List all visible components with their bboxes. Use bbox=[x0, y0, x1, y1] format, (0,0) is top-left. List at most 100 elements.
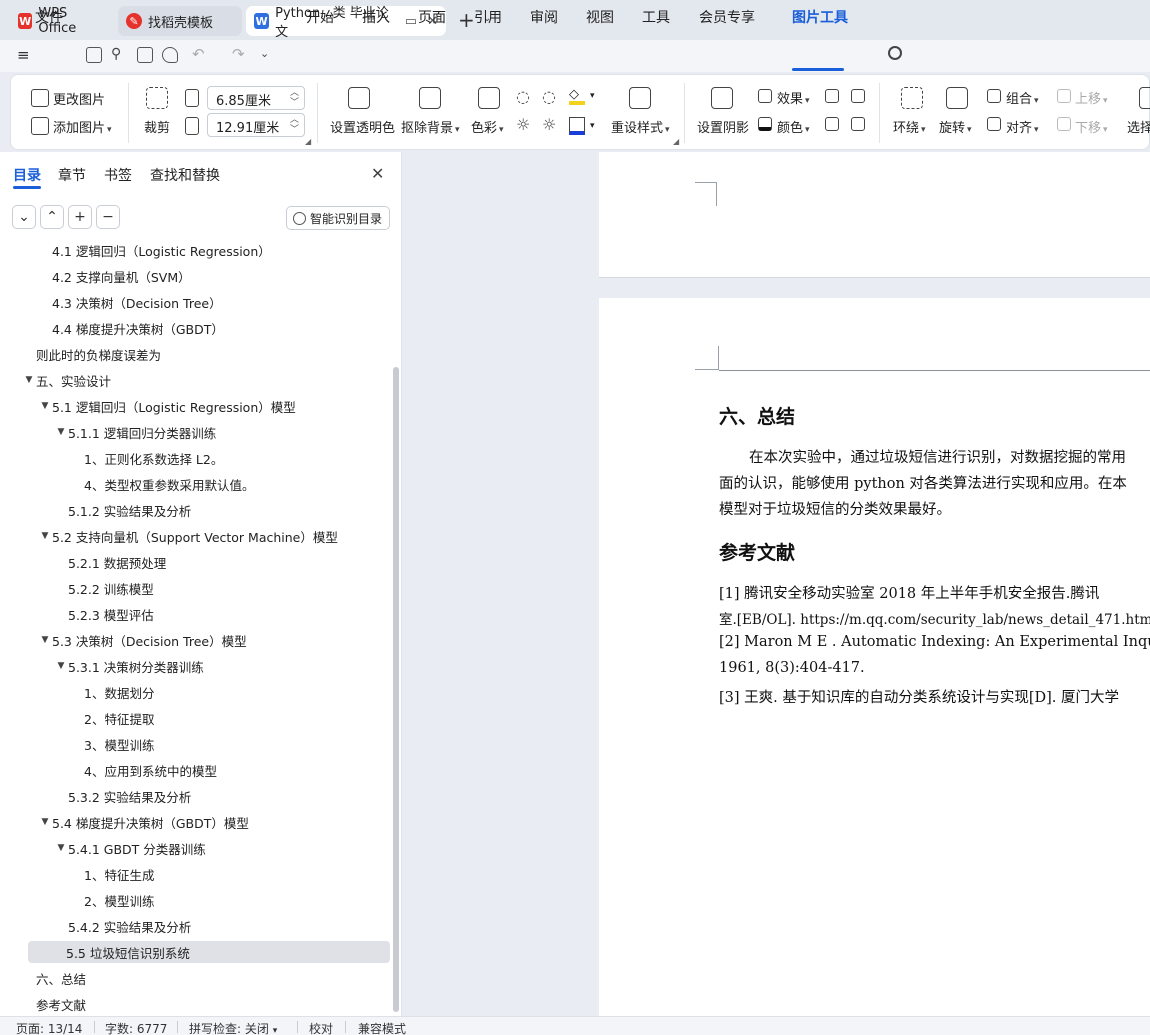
menu-picture-tools[interactable]: 图片工具 bbox=[792, 7, 848, 27]
toc-item[interactable]: ▼ 5.2 支持向量机（Support Vector Machine）模型 bbox=[0, 525, 338, 547]
expand-triangle-icon[interactable]: ▼ bbox=[38, 817, 52, 827]
toc-item[interactable]: ▼ 5.3 决策树（Decision Tree）模型 bbox=[0, 629, 247, 651]
redo-icon[interactable]: ↷ bbox=[232, 45, 245, 63]
menu-view[interactable]: 视图 bbox=[586, 7, 614, 27]
toc-item[interactable]: 2、特征提取 bbox=[0, 707, 154, 729]
rotate-button[interactable]: 旋转 ▾ bbox=[939, 117, 972, 136]
expand-triangle-icon[interactable]: ▼ bbox=[38, 401, 52, 411]
proofread-button[interactable]: 校对 bbox=[309, 1020, 333, 1035]
reset-style-icon[interactable] bbox=[629, 87, 651, 109]
toc-item[interactable]: 参考文献 bbox=[0, 993, 86, 1015]
group-button[interactable]: 组合 ▾ bbox=[1006, 88, 1039, 107]
tab-pin-icon[interactable]: ▭ bbox=[405, 14, 417, 29]
save-icon[interactable] bbox=[86, 47, 102, 63]
outline-color-chevron-icon[interactable]: ▾ bbox=[590, 121, 595, 131]
nav-tab-chapter[interactable]: 章节 bbox=[58, 165, 86, 185]
select-button[interactable]: 选择 bbox=[1127, 117, 1150, 136]
reset-style-button[interactable]: 重设样式 ▾ bbox=[611, 117, 670, 136]
effect-button[interactable]: 效果 ▾ bbox=[777, 88, 810, 107]
expand-triangle-icon[interactable]: ▼ bbox=[54, 661, 68, 671]
color-adjust-icon[interactable] bbox=[478, 87, 500, 109]
quick-access-chevron-icon[interactable]: ⌄ bbox=[260, 47, 269, 60]
toc-item[interactable]: 5.1.2 实验结果及分析 bbox=[0, 499, 191, 521]
select-pane-icon[interactable] bbox=[1139, 87, 1150, 109]
wrap-button[interactable]: 环绕 ▾ bbox=[893, 117, 926, 136]
toc-item[interactable]: 4.2 支撑向量机（SVM） bbox=[0, 265, 191, 287]
set-shadow-button[interactable]: 设置阴影 bbox=[697, 117, 749, 136]
color-button[interactable]: 色彩 ▾ bbox=[471, 117, 504, 136]
toc-item[interactable]: 4.1 逻辑回归（Logistic Regression） bbox=[0, 240, 271, 261]
hamburger-menu-icon[interactable]: ≡ bbox=[17, 46, 30, 64]
toc-item[interactable]: 则此时的负梯度误差为 bbox=[0, 343, 161, 365]
shadow-nudge-up-icon[interactable] bbox=[825, 89, 839, 103]
border-color-button[interactable]: 颜色 ▾ bbox=[777, 117, 810, 136]
expand-triangle-icon[interactable]: ▼ bbox=[22, 375, 36, 385]
smart-toc-button[interactable]: 智能识别目录 bbox=[286, 206, 390, 230]
wrap-icon[interactable] bbox=[901, 87, 923, 109]
close-pane-icon[interactable]: ✕ bbox=[371, 164, 384, 183]
menu-home[interactable]: 开始 bbox=[306, 7, 334, 27]
shadow-icon[interactable] bbox=[711, 87, 733, 109]
expand-triangle-icon[interactable]: ▼ bbox=[54, 427, 68, 437]
toc-item[interactable]: 2、模型训练 bbox=[0, 889, 154, 911]
toc-item[interactable]: ▼ 五、实验设计 bbox=[0, 369, 111, 391]
toc-item[interactable]: 5.4.2 实验结果及分析 bbox=[0, 915, 191, 937]
shadow-nudge-left-icon[interactable] bbox=[825, 117, 839, 131]
nav-tab-toc[interactable]: 目录 bbox=[13, 165, 41, 185]
width-input[interactable]: 6.85厘米 ︿ ﹀ bbox=[207, 86, 305, 110]
toc-item[interactable]: 4、应用到系统中的模型 bbox=[0, 759, 217, 781]
contrast-decrease-icon[interactable]: ◌ bbox=[542, 87, 556, 106]
add-heading-button[interactable]: + bbox=[68, 205, 92, 229]
toc-item[interactable]: ▼ 5.1.1 逻辑回归分类器训练 bbox=[0, 421, 217, 443]
page-indicator[interactable]: 页面: 13/14 bbox=[16, 1020, 82, 1035]
menu-file[interactable]: 文件 bbox=[35, 7, 63, 27]
word-count[interactable]: 字数: 6777 bbox=[105, 1020, 167, 1035]
tab-template[interactable]: ✎ 找稻壳模板 bbox=[118, 6, 242, 36]
contrast-increase-icon[interactable]: ◌ bbox=[516, 87, 530, 106]
width-spinner-icon[interactable]: ︿ ﹀ bbox=[290, 88, 299, 108]
add-picture-button[interactable]: 添加图片 ▾ bbox=[53, 117, 112, 136]
shadow-nudge-right-icon[interactable] bbox=[851, 117, 865, 131]
collapse-up-button[interactable]: ⌃ bbox=[40, 205, 64, 229]
align-button[interactable]: 对齐 ▾ bbox=[1006, 117, 1039, 136]
toc-item[interactable]: ▼ 5.1 逻辑回归（Logistic Regression）模型 bbox=[0, 395, 296, 417]
toc-item[interactable]: 4.3 决策树（Decision Tree） bbox=[0, 291, 222, 313]
toc-item[interactable]: 5.2.2 训练模型 bbox=[0, 577, 154, 599]
change-picture-button[interactable]: 更改图片 bbox=[53, 89, 105, 108]
expand-triangle-icon[interactable]: ▼ bbox=[38, 531, 52, 541]
tab-document[interactable]: W Python...类 毕业论文 ▭ ✕ bbox=[246, 6, 446, 40]
remove-heading-button[interactable]: − bbox=[96, 205, 120, 229]
nav-tab-find-replace[interactable]: 查找和替换 bbox=[150, 165, 220, 185]
menu-review[interactable]: 审阅 bbox=[530, 7, 558, 27]
print-preview-icon[interactable] bbox=[162, 47, 178, 63]
print-icon[interactable] bbox=[137, 47, 153, 63]
outline-color-icon[interactable] bbox=[569, 117, 585, 135]
rotate-icon[interactable] bbox=[946, 87, 968, 109]
menu-insert[interactable]: 插入 bbox=[362, 7, 390, 27]
nav-tab-bookmark[interactable]: 书签 bbox=[104, 165, 132, 185]
share-icon[interactable]: ⚲ bbox=[111, 46, 121, 62]
toc-item[interactable]: 4、类型权重参数采用默认值。 bbox=[0, 473, 254, 495]
menu-member[interactable]: 会员专享 bbox=[699, 7, 755, 27]
toc-item[interactable]: ▼ 5.4.1 GBDT 分类器训练 bbox=[0, 837, 206, 859]
size-dialog-launcher-icon[interactable]: ◢ bbox=[305, 137, 311, 146]
spell-check-toggle[interactable]: 拼写检查: 关闭 ▾ bbox=[189, 1020, 277, 1035]
toc-item[interactable]: 1、正则化系数选择 L2。 bbox=[0, 447, 223, 469]
toc-item[interactable]: 1、数据划分 bbox=[0, 681, 154, 703]
document-page-previous[interactable] bbox=[599, 152, 1150, 278]
fill-color-icon[interactable]: ◇ bbox=[569, 87, 585, 105]
send-down-button[interactable]: 下移 ▾ bbox=[1075, 117, 1108, 136]
expand-all-button[interactable]: ⌄ bbox=[12, 205, 36, 229]
expand-triangle-icon[interactable]: ▼ bbox=[38, 635, 52, 645]
toc-item[interactable]: 1、特征生成 bbox=[0, 863, 154, 885]
toc-item[interactable]: 六、总结 bbox=[0, 967, 86, 989]
style-dialog-launcher-icon[interactable]: ◢ bbox=[673, 137, 679, 146]
crop-button[interactable]: 裁剪 bbox=[144, 117, 170, 136]
expand-triangle-icon[interactable]: ▼ bbox=[54, 843, 68, 853]
toc-item[interactable]: 5.5 垃圾短信识别系统 bbox=[28, 941, 390, 963]
document-canvas[interactable]: 六、总结 在本次实验中，通过垃圾短信进行识别，对数据挖掘的常用 面的认识，能够使… bbox=[403, 152, 1150, 1016]
new-tab-button[interactable]: + bbox=[458, 8, 475, 32]
undo-icon[interactable]: ↶ bbox=[192, 45, 205, 63]
remove-background-button[interactable]: 抠除背景 ▾ bbox=[401, 117, 460, 136]
menu-tools[interactable]: 工具 bbox=[642, 7, 670, 27]
